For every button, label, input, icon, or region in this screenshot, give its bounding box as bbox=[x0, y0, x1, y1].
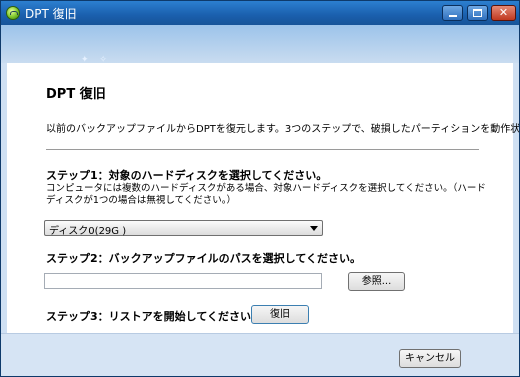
minimize-button[interactable] bbox=[442, 5, 463, 21]
chevron-down-icon bbox=[310, 226, 318, 231]
disk-select[interactable]: ディスク0(29G ) bbox=[44, 220, 323, 237]
step1-description: コンピュータには複数のハードディスクがある場合、対象ハードディスクを選択してくだ… bbox=[46, 183, 486, 206]
restore-button[interactable]: 復旧 bbox=[251, 305, 309, 324]
close-button[interactable]: ✕ bbox=[491, 5, 516, 21]
divider bbox=[46, 149, 479, 150]
step1-title: ステップ1：対象のハードディスクを選択してください。 bbox=[46, 169, 328, 182]
main-panel: DPT 復旧 以前のバックアップファイルからDPTを復元します。3つのステップで… bbox=[7, 63, 519, 333]
title-bar[interactable]: DPT 復旧 ✕ bbox=[1, 1, 519, 25]
header-banner: ✦ ✧ bbox=[1, 25, 519, 65]
maximize-button[interactable] bbox=[467, 5, 488, 21]
browse-button[interactable]: 参照... bbox=[348, 272, 405, 291]
minimize-icon bbox=[449, 15, 457, 17]
step2-title: ステップ2：バックアップファイルのパスを選択してください。 bbox=[46, 252, 361, 265]
window-title: DPT 復旧 bbox=[25, 7, 77, 21]
step3-title: ステップ3：リストアを開始してください。 bbox=[46, 310, 262, 323]
page-title: DPT 復旧 bbox=[46, 87, 106, 102]
maximize-icon bbox=[473, 9, 482, 17]
close-icon: ✕ bbox=[498, 6, 509, 19]
footer-bar: キャンセル bbox=[1, 333, 519, 376]
disk-select-value: ディスク0(29G ) bbox=[49, 226, 127, 237]
dpt-restore-window: DPT 復旧 ✕ ✦ ✧ DPT 復旧 以前のバックアップファイルからDPTを復… bbox=[0, 0, 520, 377]
intro-text: 以前のバックアップファイルからDPTを復元します。3つのステップで、破損したパー… bbox=[46, 124, 520, 135]
backup-path-input[interactable] bbox=[44, 273, 322, 289]
cancel-button[interactable]: キャンセル bbox=[399, 349, 461, 368]
app-icon bbox=[6, 6, 20, 20]
